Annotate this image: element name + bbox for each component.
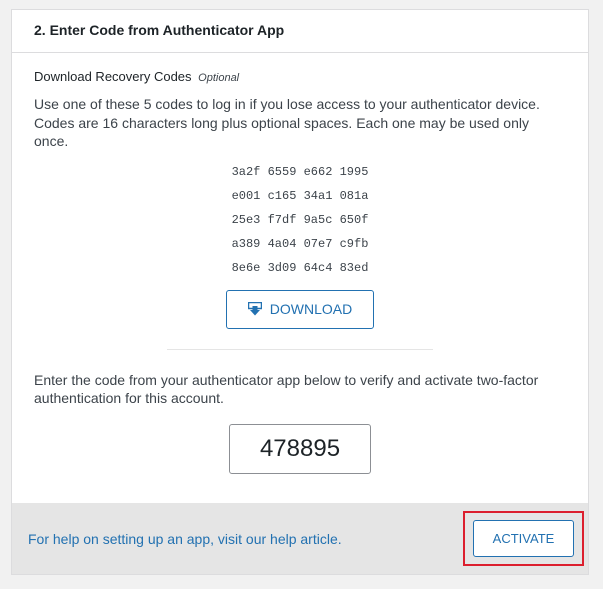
download-button[interactable]: DOWNLOAD [226,289,374,329]
recovery-description: Use one of these 5 codes to log in if yo… [34,96,540,149]
authenticator-code-input[interactable] [229,423,371,474]
card-header: 2. Enter Code from Authenticator App [12,10,588,53]
recovery-section: Download Recovery Codes Optional Use one… [12,69,588,474]
help-article-link[interactable]: For help on setting up an app, visit our… [28,531,342,547]
recovery-code: e001 c165 34a1 081a [231,188,369,203]
setup-card: 2. Enter Code from Authenticator App Dow… [11,9,589,575]
download-icon [247,301,263,316]
optional-tag: Optional [198,72,240,84]
activate-button[interactable]: ACTIVATE [473,520,574,557]
recovery-heading: Download Recovery Codes Optional [34,69,566,84]
recovery-codes-list: 3a2f 6559 e662 1995 e001 c165 34a1 081a … [34,162,566,282]
card-footer: For help on setting up an app, visit our… [12,503,588,574]
recovery-heading-label: Download Recovery Codes [34,69,192,84]
page-title: 2. Enter Code from Authenticator App [34,22,285,38]
verify-description: Enter the code from your authenticator a… [34,371,539,407]
recovery-code: 8e6e 3d09 64c4 83ed [231,260,369,275]
activate-highlight-box: ACTIVATE [463,511,584,566]
download-button-label: DOWNLOAD [269,301,353,317]
recovery-code: 25e3 f7df 9a5c 650f [231,212,369,227]
recovery-code: 3a2f 6559 e662 1995 [231,164,369,179]
recovery-code: a389 4a04 07e7 c9fb [231,236,369,251]
divider [167,348,433,350]
